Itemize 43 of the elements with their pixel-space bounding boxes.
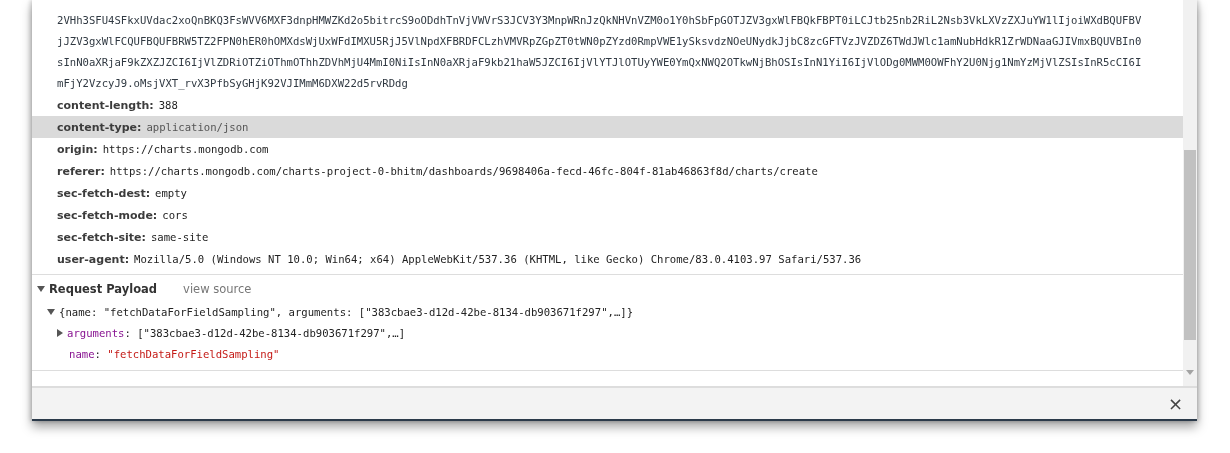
property-value: ["383cbae3-d12d-42be-8134-db903671f297",…] [137, 326, 406, 339]
header-value: cors [162, 209, 188, 221]
header-name: sec-fetch-mode: [57, 208, 158, 222]
section-title[interactable]: Request Payload [49, 282, 158, 296]
expand-triangle-icon[interactable] [57, 328, 63, 337]
header-value: jJZV3gxWlFCQUFBQUFBRW5TZ2FPN0hER0hOMXdsWjUxWFdIMXU5RjJ5VlNpdXFBRDFCLzhVMVRpZGpZT0tWN0pZYzd0RmpVWE1ySksvdzNOeUNydkJjbC8zcGFTVzJVZDZ6TWdJWlc1amNubHdkR1ZrWDNaaGJIVmxBQUVBIn0 [57, 34, 1143, 49]
header-name: sec-fetch-dest: [57, 186, 151, 200]
property-key: name [69, 347, 95, 360]
header-name: referer: [57, 164, 105, 178]
header-row[interactable]: referer: https://charts.mongodb.com/charts-project-0-bhitm/dashboards/9698406a-fecd-46fc-804f-81ab46863f8d/charts/create [32, 160, 1183, 182]
header-row[interactable]: sec-fetch-dest: empty [32, 182, 1183, 204]
header-row[interactable]: content-type: application/json [32, 116, 1183, 138]
header-name: content-type: [57, 120, 142, 134]
expand-triangle-icon[interactable] [47, 308, 55, 315]
expand-triangle-icon[interactable] [37, 286, 45, 292]
header-value: 388 [158, 99, 178, 111]
header-value: https://charts.mongodb.com/charts-project-0-bhitm/dashboards/9698406a-fecd-46fc-804f-81ab46863f8d/charts/create [109, 165, 818, 177]
header-name: content-length: [57, 98, 154, 112]
header-name: origin: [57, 142, 98, 156]
header-value: empty [155, 187, 187, 199]
header-row[interactable]: sec-fetch-site: same-site [32, 226, 1183, 248]
header-value: application/json [146, 121, 249, 133]
header-row[interactable]: user-agent: Mozilla/5.0 (Windows NT 10.0; Win64; x64) AppleWebKit/537.36 (KHTML, like Gecko) Chrome/83.0.4103.97 Safari/537.36 [32, 248, 1183, 270]
colon: : [124, 326, 132, 339]
header-value: Mozilla/5.0 (Windows NT 10.0; Win64; x64) AppleWebKit/537.36 (KHTML, like Gecko) Chrome/83.0.4103.97 Safari/537.36 [134, 253, 862, 265]
scrollbar[interactable] [1183, 0, 1197, 386]
payload-summary[interactable]: {name: "fetchDataForFieldSampling", arguments: ["383cbae3-d12d-42be-8134-db903671f297",…]} [59, 305, 634, 318]
header-name: user-agent: [57, 252, 130, 266]
header-row[interactable]: content-length: 388 [32, 94, 1183, 116]
header-row[interactable]: sec-fetch-mode: cors [32, 204, 1183, 226]
property-key: arguments [67, 326, 125, 339]
header-value: sInN0aXRjaF9kZXZJZCI6IjVlZDRiOTZiOThmOThhZDVhMjU4MmI0NiIsInN0aXRjaF9kb21haW5JZCI6IjVlYTJlOTUyYWE0YmQxNWQ2OTkwNjBhOSIsInN1YiI6IjVlODg0MWM0OWFhY2U0Njg1NmYzMjVlZSIsInR5cCI6I [57, 55, 1143, 70]
colon: : [94, 347, 102, 360]
close-button[interactable]: × [1163, 393, 1187, 414]
header-value: same-site [150, 231, 209, 243]
property-value: "fetchDataForFieldSampling" [107, 347, 280, 360]
header-value: mFjY2VzcyJ9.oMsjVXT_rvX3PfbSyGHjK92VJIMmM6DXW22d5rvRDdg [57, 76, 409, 92]
header-name: sec-fetch-site: [57, 230, 146, 244]
scrollbar-thumb[interactable] [1184, 150, 1196, 340]
view-source-link[interactable]: view source [183, 282, 252, 296]
header-value: https://charts.mongodb.com [102, 143, 269, 155]
header-value: 2VHh3SFU4SFkxUVdac2xoQnBKQ3FsWVV6MXF3dnpHMWZKd2o5bitrcS9oODdhTnVjVWVrS3JCV3Y3MnpWRnJzQkNHVnVZM0o1Y0hSbFpGOTJZV3gxWlFBQkFBPT0iLCJtb25nb2RiL2Nsb3VkLXVzZXJuYW1lIjoiWXdBQUFBV [57, 13, 1143, 28]
header-row[interactable]: origin: https://charts.mongodb.com [32, 138, 1183, 160]
